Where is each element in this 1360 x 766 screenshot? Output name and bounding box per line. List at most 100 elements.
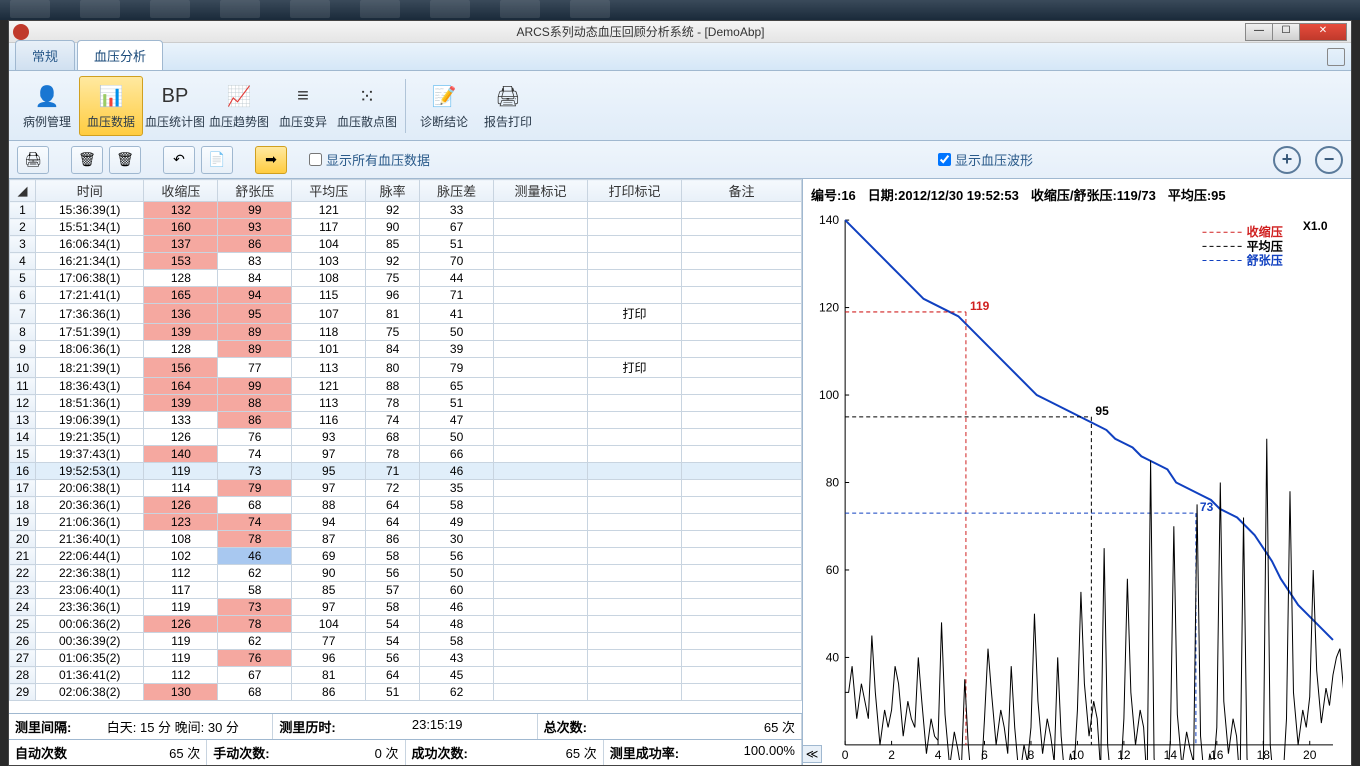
col-note[interactable]: 备注 bbox=[682, 180, 802, 202]
minimize-button[interactable]: — bbox=[1245, 23, 1273, 41]
table-row[interactable]: 2801:36:41(2)11267816445 bbox=[10, 667, 802, 684]
status-row-1: 测里间隔:白天: 15 分 晚间: 30 分 测里历时:23:15:19 总次数… bbox=[9, 713, 802, 739]
table-row[interactable]: 617:21:41(1)165941159671 bbox=[10, 287, 802, 304]
svg-text:20: 20 bbox=[1303, 748, 1317, 760]
table-row[interactable]: 2122:06:44(1)10246695856 bbox=[10, 548, 802, 565]
table-row[interactable]: 416:21:34(1)153831039270 bbox=[10, 253, 802, 270]
person-icon: 👤 bbox=[31, 81, 63, 111]
svg-text:140: 140 bbox=[819, 213, 839, 227]
delete-all-button[interactable]: 🗑 bbox=[109, 146, 141, 174]
svg-text:平均压: 平均压 bbox=[1247, 238, 1283, 253]
settings-icon[interactable] bbox=[1327, 48, 1345, 66]
chart-header: 编号:16 日期:2012/12/30 19:52:53 收缩压/舒张压:119… bbox=[807, 183, 1347, 206]
col-mm[interactable]: 测量标记 bbox=[494, 180, 588, 202]
bp-trend-button[interactable]: 📈血压趋势图 bbox=[207, 76, 271, 136]
data-table-pane: ◢ 时间 收缩压 舒张压 平均压 脉率 脉压差 测量标记 打印标记 备注 115… bbox=[9, 179, 803, 765]
col-pp[interactable]: 脉压差 bbox=[420, 180, 494, 202]
diagnosis-button[interactable]: 📝诊断结论 bbox=[412, 76, 476, 136]
tab-general[interactable]: 常规 bbox=[15, 40, 75, 70]
col-map[interactable]: 平均压 bbox=[292, 180, 366, 202]
svg-text:120: 120 bbox=[819, 301, 839, 315]
collapse-chart-button[interactable]: ≪ bbox=[802, 745, 822, 763]
bp-stat-button[interactable]: BP血压统计图 bbox=[143, 76, 207, 136]
table-row[interactable]: 1218:51:36(1)139881137851 bbox=[10, 395, 802, 412]
table-row[interactable]: 2902:06:38(2)13068865162 bbox=[10, 684, 802, 701]
bp-data-button[interactable]: 📊血压数据 bbox=[79, 76, 143, 136]
svg-text:4: 4 bbox=[935, 748, 942, 760]
svg-text:14: 14 bbox=[1164, 748, 1178, 760]
bp-variation-button[interactable]: ≡血压变异 bbox=[271, 76, 335, 136]
table-row[interactable]: 1519:37:43(1)14074977866 bbox=[10, 446, 802, 463]
table-row[interactable]: 1419:21:35(1)12676936850 bbox=[10, 429, 802, 446]
export-button[interactable]: ➡ bbox=[255, 146, 287, 174]
table-row[interactable]: 2021:36:40(1)10878878630 bbox=[10, 531, 802, 548]
table-row[interactable]: 918:06:36(1)128891018439 bbox=[10, 341, 802, 358]
table-row[interactable]: 2222:36:38(1)11262905650 bbox=[10, 565, 802, 582]
delete-button[interactable]: 🗑 bbox=[71, 146, 103, 174]
col-rownum[interactable]: ◢ bbox=[10, 180, 36, 202]
main-window: ARCS系列动态血压回顾分析系统 - [DemoAbp] — ☐ ✕ 常规 血压… bbox=[8, 20, 1352, 766]
svg-text:73: 73 bbox=[1200, 500, 1214, 514]
table-row[interactable]: 115:36:39(1)132991219233 bbox=[10, 202, 802, 219]
ribbon-toolbar: 👤病例管理 📊血压数据 BP血压统计图 📈血压趋势图 ≡血压变异 ⁙血压散点图 … bbox=[9, 71, 1351, 141]
table-row[interactable]: 1619:52:53(1)11973957146 bbox=[10, 463, 802, 480]
data-table[interactable]: ◢ 时间 收缩压 舒张压 平均压 脉率 脉压差 测量标记 打印标记 备注 115… bbox=[9, 179, 802, 713]
table-row[interactable]: 1018:21:39(1)156771138079打印 bbox=[10, 358, 802, 378]
table-row[interactable]: 1820:36:36(1)12668886458 bbox=[10, 497, 802, 514]
chart-pane: 编号:16 日期:2012/12/30 19:52:53 收缩压/舒张压:119… bbox=[803, 179, 1351, 765]
table-row[interactable]: 1319:06:39(1)133861167447 bbox=[10, 412, 802, 429]
zoom-out-button[interactable]: − bbox=[1315, 146, 1343, 174]
tab-strip: 常规 血压分析 bbox=[9, 43, 1351, 71]
undo-button[interactable]: ↶ bbox=[163, 146, 195, 174]
table-row[interactable]: 215:51:34(1)160931179067 bbox=[10, 219, 802, 236]
svg-text:119: 119 bbox=[970, 299, 990, 313]
show-all-checkbox[interactable]: 显示所有血压数据 bbox=[309, 150, 430, 169]
secondary-toolbar: 🖨 🗑 🗑 ↶ 📄 ➡ 显示所有血压数据 显示血压波形 + − bbox=[9, 141, 1351, 179]
maximize-button[interactable]: ☐ bbox=[1272, 23, 1300, 41]
table-row[interactable]: 2701:06:35(2)11976965643 bbox=[10, 650, 802, 667]
svg-text:95: 95 bbox=[1095, 404, 1109, 418]
svg-text:100: 100 bbox=[819, 388, 839, 402]
col-pm[interactable]: 打印标记 bbox=[588, 180, 682, 202]
table-row[interactable]: 1720:06:38(1)11479977235 bbox=[10, 480, 802, 497]
table-row[interactable]: 2600:36:39(2)11962775458 bbox=[10, 633, 802, 650]
table-row[interactable]: 2323:06:40(1)11758855760 bbox=[10, 582, 802, 599]
case-manage-button[interactable]: 👤病例管理 bbox=[15, 76, 79, 136]
trend-icon: 📈 bbox=[223, 81, 255, 111]
svg-text:收缩压: 收缩压 bbox=[1247, 224, 1283, 239]
bp-scatter-button[interactable]: ⁙血压散点图 bbox=[335, 76, 399, 136]
svg-text:16: 16 bbox=[1210, 748, 1224, 760]
svg-text:10: 10 bbox=[1071, 748, 1085, 760]
zoom-in-button[interactable]: + bbox=[1273, 146, 1301, 174]
table-row[interactable]: 316:06:34(1)137861048551 bbox=[10, 236, 802, 253]
table-row[interactable]: 2423:36:36(1)11973975846 bbox=[10, 599, 802, 616]
col-time[interactable]: 时间 bbox=[36, 180, 144, 202]
titlebar[interactable]: ARCS系列动态血压回顾分析系统 - [DemoAbp] — ☐ ✕ bbox=[9, 21, 1351, 43]
table-row[interactable]: 517:06:38(1)128841087544 bbox=[10, 270, 802, 287]
svg-text:40: 40 bbox=[826, 650, 840, 664]
col-pr[interactable]: 脉率 bbox=[366, 180, 420, 202]
print-button[interactable]: 🖨 bbox=[17, 146, 49, 174]
doc-edit-icon: 📝 bbox=[428, 81, 460, 111]
svg-text:舒张压: 舒张压 bbox=[1246, 252, 1283, 267]
printer-icon: 🖨 bbox=[492, 81, 524, 111]
svg-text:60: 60 bbox=[826, 563, 840, 577]
tab-bp-analysis[interactable]: 血压分析 bbox=[77, 40, 163, 70]
scatter-icon: ⁙ bbox=[351, 81, 383, 111]
bars-icon: ≡ bbox=[287, 81, 319, 111]
table-row[interactable]: 1118:36:43(1)164991218865 bbox=[10, 378, 802, 395]
col-sys[interactable]: 收缩压 bbox=[144, 180, 218, 202]
bp-waveform-chart[interactable]: 406080100120140024681012141618201199573收… bbox=[811, 210, 1343, 760]
show-wave-checkbox[interactable]: 显示血压波形 bbox=[938, 150, 1033, 169]
table-row[interactable]: 1921:06:36(1)12374946449 bbox=[10, 514, 802, 531]
table-row[interactable]: 717:36:36(1)136951078141打印 bbox=[10, 304, 802, 324]
page-button[interactable]: 📄 bbox=[201, 146, 233, 174]
close-button[interactable]: ✕ bbox=[1299, 23, 1347, 41]
col-dia[interactable]: 舒张压 bbox=[218, 180, 292, 202]
window-title: ARCS系列动态血压回顾分析系统 - [DemoAbp] bbox=[35, 23, 1246, 40]
app-logo-icon bbox=[13, 24, 29, 40]
table-row[interactable]: 2500:06:36(2)126781045448 bbox=[10, 616, 802, 633]
table-row[interactable]: 817:51:39(1)139891187550 bbox=[10, 324, 802, 341]
wave-icon: 📊 bbox=[95, 81, 127, 111]
print-report-button[interactable]: 🖨报告打印 bbox=[476, 76, 540, 136]
